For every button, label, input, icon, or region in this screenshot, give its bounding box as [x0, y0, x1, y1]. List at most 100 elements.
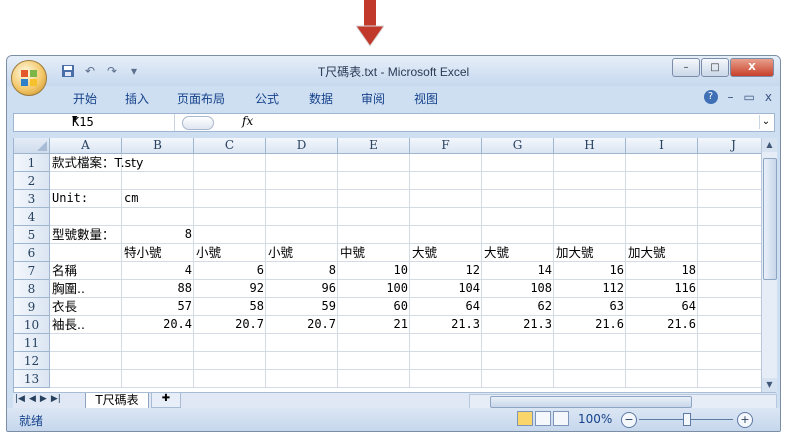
- cell-value[interactable]: 63: [554, 298, 626, 316]
- cell[interactable]: [410, 190, 482, 208]
- cell-value[interactable]: 116: [626, 280, 698, 298]
- ribbon-minimize-button[interactable]: –: [728, 90, 734, 104]
- cell-value[interactable]: 胸圍..: [50, 280, 122, 298]
- cell[interactable]: [266, 226, 338, 244]
- cell[interactable]: [482, 190, 554, 208]
- cell[interactable]: [194, 190, 266, 208]
- cell[interactable]: [50, 208, 122, 226]
- office-button[interactable]: [11, 60, 47, 96]
- normal-view-icon[interactable]: [517, 411, 533, 426]
- cell[interactable]: [410, 154, 482, 172]
- cell[interactable]: [626, 208, 698, 226]
- cell[interactable]: [266, 172, 338, 190]
- cell-value[interactable]: 14: [482, 262, 554, 280]
- row-header-2[interactable]: 2: [14, 172, 50, 190]
- cell-value[interactable]: 104: [410, 280, 482, 298]
- column-header-c[interactable]: C: [194, 138, 266, 154]
- cell[interactable]: [554, 172, 626, 190]
- cell[interactable]: [482, 154, 554, 172]
- page-layout-view-icon[interactable]: [535, 411, 551, 426]
- page-break-view-icon[interactable]: [553, 411, 569, 426]
- cell[interactable]: [554, 352, 626, 370]
- column-header-h[interactable]: H: [554, 138, 626, 154]
- row-header-11[interactable]: 11: [14, 334, 50, 352]
- cell[interactable]: [482, 334, 554, 352]
- cell[interactable]: [698, 244, 762, 262]
- tab-view[interactable]: 视图: [414, 90, 438, 107]
- cell[interactable]: [410, 172, 482, 190]
- cell-value[interactable]: 20.4: [122, 316, 194, 334]
- vertical-scrollbar[interactable]: ▲ ▼: [761, 138, 777, 392]
- cell[interactable]: [626, 226, 698, 244]
- row-header-1[interactable]: 1: [14, 154, 50, 172]
- cell[interactable]: [122, 370, 194, 388]
- vertical-scroll-thumb[interactable]: [763, 158, 777, 280]
- row-header-8[interactable]: 8: [14, 280, 50, 298]
- cell-value[interactable]: 小號: [266, 244, 338, 262]
- close-button[interactable]: X: [730, 58, 774, 77]
- cell[interactable]: [194, 208, 266, 226]
- cell[interactable]: [266, 190, 338, 208]
- cell-value[interactable]: 名稱: [50, 262, 122, 280]
- cell-value[interactable]: 92: [194, 280, 266, 298]
- tab-data[interactable]: 数据: [309, 90, 333, 107]
- cell-value[interactable]: 59: [266, 298, 338, 316]
- cell[interactable]: [554, 334, 626, 352]
- column-header-d[interactable]: D: [266, 138, 338, 154]
- scroll-up-icon[interactable]: ▲: [762, 138, 777, 152]
- cell[interactable]: [626, 334, 698, 352]
- row-header-12[interactable]: 12: [14, 352, 50, 370]
- cell-value[interactable]: 小號: [194, 244, 266, 262]
- cell[interactable]: [698, 298, 762, 316]
- cell[interactable]: [482, 226, 554, 244]
- cell[interactable]: [194, 154, 266, 172]
- cell-value[interactable]: 21: [338, 316, 410, 334]
- cell[interactable]: [338, 208, 410, 226]
- minimize-button[interactable]: –: [672, 58, 700, 77]
- cell[interactable]: [50, 244, 122, 262]
- help-icon[interactable]: ?: [703, 90, 718, 104]
- cell[interactable]: [194, 352, 266, 370]
- cell[interactable]: [50, 370, 122, 388]
- cell-value[interactable]: 18: [626, 262, 698, 280]
- horizontal-scroll-thumb[interactable]: [490, 396, 692, 408]
- cell[interactable]: [122, 334, 194, 352]
- cell[interactable]: [338, 154, 410, 172]
- column-header-e[interactable]: E: [338, 138, 410, 154]
- cell[interactable]: [698, 262, 762, 280]
- cell[interactable]: [50, 172, 122, 190]
- cell-value[interactable]: 60: [338, 298, 410, 316]
- cell-value[interactable]: 112: [554, 280, 626, 298]
- cell-value[interactable]: 20.7: [266, 316, 338, 334]
- tab-insert[interactable]: 插入: [125, 90, 149, 107]
- cell[interactable]: [410, 226, 482, 244]
- cell[interactable]: [698, 154, 762, 172]
- cell-value[interactable]: 57: [122, 298, 194, 316]
- row-header-7[interactable]: 7: [14, 262, 50, 280]
- cell[interactable]: [482, 370, 554, 388]
- next-sheet-icon[interactable]: ▶: [40, 394, 47, 404]
- cell[interactable]: [194, 370, 266, 388]
- row-header-4[interactable]: 4: [14, 208, 50, 226]
- cell[interactable]: [266, 370, 338, 388]
- cell[interactable]: [410, 352, 482, 370]
- insert-function-icon[interactable]: fx: [242, 114, 253, 128]
- cell-value[interactable]: 10: [338, 262, 410, 280]
- column-header-f[interactable]: F: [410, 138, 482, 154]
- cell[interactable]: [338, 370, 410, 388]
- cell[interactable]: [266, 154, 338, 172]
- cell[interactable]: [554, 154, 626, 172]
- cell[interactable]: [266, 334, 338, 352]
- cell-value[interactable]: 8: [266, 262, 338, 280]
- cell[interactable]: [698, 334, 762, 352]
- scroll-down-icon[interactable]: ▼: [762, 378, 777, 392]
- cell[interactable]: [194, 226, 266, 244]
- cell-value[interactable]: 大號: [482, 244, 554, 262]
- cell[interactable]: [698, 226, 762, 244]
- cell-value[interactable]: 96: [266, 280, 338, 298]
- tab-formulas[interactable]: 公式: [255, 90, 279, 107]
- chevron-down-icon[interactable]: ▼: [72, 114, 170, 124]
- cell-value[interactable]: 62: [482, 298, 554, 316]
- sheet-tab-active[interactable]: T尺碼表: [85, 393, 149, 409]
- column-header-j[interactable]: J: [698, 138, 762, 154]
